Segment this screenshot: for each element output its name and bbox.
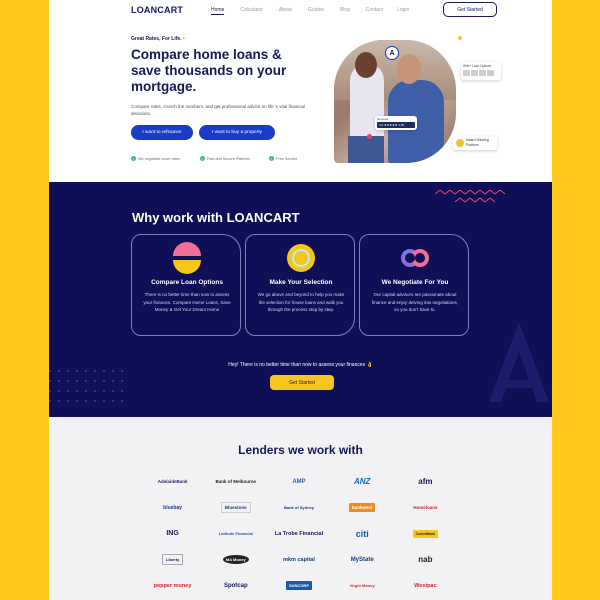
overlap-circles-icon [401, 249, 429, 267]
why-note: Hey! There is no better time than now to… [228, 362, 373, 368]
lender-logo: CommBank [394, 525, 457, 542]
card-description: Our capital advisors are passionate abou… [371, 292, 459, 312]
feature-card-negotiate: We Negotiate For You Our capital advisor… [359, 234, 469, 336]
lender-logo: Bluestone [204, 499, 267, 516]
lender-logo: MA Money [204, 551, 267, 568]
nav-link-calculator[interactable]: Calculator [240, 7, 263, 15]
why-title: Why work with LOANCART [132, 210, 300, 225]
nav-link-contact[interactable]: Contact [366, 7, 383, 15]
zigzag-decoration [435, 190, 505, 203]
lenders-title: Lenders we work with [238, 443, 363, 457]
logo[interactable]: LOANCART [131, 5, 183, 15]
lender-logo: Virgin Money [349, 583, 375, 588]
feature-card-compare: Compare Loan Options There is no better … [131, 234, 241, 336]
lenders-section: Lenders we work with AdelaideBank Bank o… [49, 417, 552, 600]
lender-logo: MyState [350, 556, 374, 563]
lender-logo: Spotcap [223, 582, 248, 589]
lender-logo: ING [166, 530, 179, 537]
lender-logo: Bank of Melbourne [215, 479, 257, 484]
review-rating: 4.9 ★★★★★ 1.3K [377, 122, 415, 128]
lender-logo: mkm capital [283, 556, 315, 563]
review-card: Reviews 4.9 ★★★★★ 1.3K [375, 116, 417, 130]
lender-logo: Liberty [141, 551, 204, 568]
hero-tagline: Great Rates, For Life.✦ [131, 36, 186, 42]
lender-logo: AdelaideBank [157, 479, 188, 484]
sparkle-icon: ✦ [181, 36, 186, 42]
hero-description: Compare rates, crunch the numbers, and g… [131, 104, 305, 116]
nav-link-about[interactable]: About [279, 7, 292, 15]
dots-decoration [49, 370, 130, 402]
lender-logo: nab [418, 555, 433, 564]
refinance-button[interactable]: I want to refinance [131, 125, 193, 140]
lender-logo: SUNCORP [267, 577, 330, 594]
nav-link-home[interactable]: Home [211, 7, 225, 15]
card-title: Make Your Selection [269, 279, 333, 286]
award-icon [456, 139, 464, 147]
lender-logo: citi [355, 528, 369, 539]
check-icon: ✓ [131, 156, 136, 161]
feature-item: ✓ We negotiate lower rates [131, 156, 180, 161]
top-nav: LOANCART Home Calculator About Guides Bl… [49, 0, 552, 22]
brand-badge: A [385, 46, 399, 60]
why-section: Why work with LOANCART Compare Loan Opti… [49, 182, 552, 417]
feature-item: ✓ Fast and Secure Platform [200, 156, 251, 161]
ring-icon [287, 244, 315, 272]
check-icon: ✓ [269, 156, 274, 161]
feature-item: ✓ Free Service [269, 156, 298, 161]
lenders-grid: AdelaideBank Bank of Melbourne AMP ANZ a… [141, 473, 457, 594]
lender-logo: Latitude Financial [218, 531, 253, 536]
buy-property-button[interactable]: I want to buy a property [199, 125, 275, 140]
lender-logo: Bank of Sydney [283, 505, 314, 510]
decor-dot [367, 134, 372, 139]
card-title: We Negotiate For You [381, 279, 449, 286]
lender-logo: Homeloans [413, 505, 438, 510]
half-circles-icon [173, 242, 201, 274]
card-title: Compare Loan Options [151, 279, 223, 286]
lender-logo: Westpac [414, 582, 437, 589]
loan-options-card: With+ Loan Options [461, 62, 501, 80]
lender-logo: afm [418, 477, 433, 486]
lender-logo: pepper money [153, 582, 192, 589]
feature-card-select: Make Your Selection We go above and beyo… [245, 234, 355, 336]
decor-dot [458, 36, 462, 40]
nav-link-guides[interactable]: Guides [308, 7, 324, 15]
nav-links: Home Calculator About Guides Blog Contac… [211, 7, 383, 15]
nav-link-blog[interactable]: Blog [340, 7, 350, 15]
hero-title: Compare home loans & save thousands on y… [131, 47, 287, 94]
lender-logo: bluebay [163, 504, 183, 511]
lender-logo: AMP [292, 478, 306, 485]
award-card: Award Winning Platform [453, 136, 497, 150]
lender-logo: ANZ [353, 477, 371, 486]
card-description: We go above and beyond to help you make … [257, 292, 345, 312]
landing-page: LOANCART Home Calculator About Guides Bl… [49, 0, 552, 600]
lender-logo: bankwest [331, 499, 394, 516]
lender-logo: La Trobe Financial [274, 530, 324, 537]
nav-get-started-button[interactable]: Get Started [443, 2, 497, 17]
why-get-started-button[interactable]: Get Started [270, 375, 334, 390]
card-description: There is no better time than now to asse… [143, 292, 231, 312]
check-icon: ✓ [200, 156, 205, 161]
login-link[interactable]: Login [397, 7, 409, 13]
